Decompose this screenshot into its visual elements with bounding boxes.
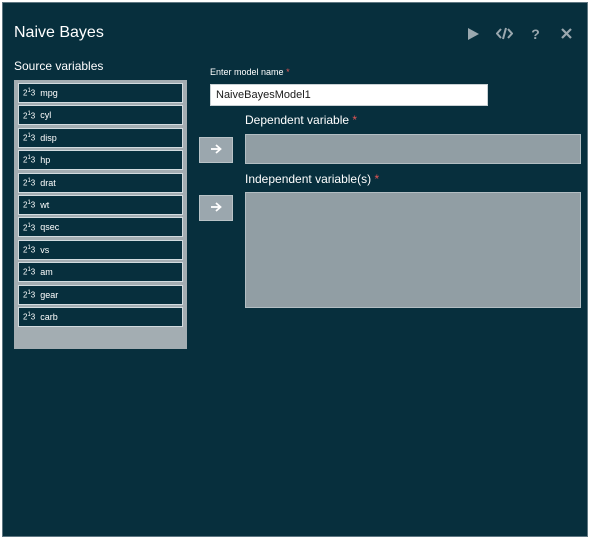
variable-item[interactable]: 213 qsec <box>18 217 183 238</box>
variable-item[interactable]: 213 carb <box>18 306 183 327</box>
arrow-right-icon <box>210 141 222 159</box>
variable-item-label: wt <box>40 199 50 210</box>
variable-item-label: carb <box>40 311 58 322</box>
variable-item-label: hp <box>40 155 51 166</box>
model-name-label-text: Enter model name <box>210 67 284 77</box>
run-icon[interactable] <box>465 25 482 42</box>
move-to-dependent-button[interactable] <box>199 137 233 163</box>
variable-item[interactable]: 213 disp <box>18 127 183 148</box>
variable-item[interactable]: 213 wt <box>18 194 183 215</box>
numeric-variable-icon: 213 <box>23 155 36 165</box>
numeric-variable-icon: 213 <box>23 267 36 277</box>
numeric-variable-icon: 213 <box>23 132 36 143</box>
source-variables-label: Source variables <box>14 59 104 73</box>
numeric-variable-icon: 213 <box>23 244 36 255</box>
required-marker: * <box>352 113 358 127</box>
variable-item[interactable]: 213 mpg <box>18 83 183 103</box>
numeric-variable-icon: 213 <box>23 110 36 121</box>
independent-variables-label-text: Independent variable(s) <box>245 172 372 186</box>
source-variables-list: 213 mpg 213 cyl 213 disp 213 hp 213 drat 213 wt 213 q… <box>18 83 183 329</box>
variable-item-label: qsec <box>40 222 60 233</box>
variable-item-label: mpg <box>40 88 58 98</box>
dialog-window: Naive Bayes ? Source variables 213 mpg 213… <box>2 2 588 537</box>
required-marker: * <box>374 172 380 186</box>
required-marker: * <box>286 67 290 77</box>
independent-variables-label: Independent variable(s) * <box>245 172 379 186</box>
move-to-independent-button[interactable] <box>199 195 233 221</box>
variable-item-label: gear <box>40 289 59 300</box>
model-name-label: Enter model name * <box>210 67 290 77</box>
dependent-variable-label-text: Dependent variable <box>245 113 350 127</box>
variable-item[interactable]: 213 cyl <box>18 105 183 126</box>
variable-item[interactable]: 213 am <box>18 262 183 283</box>
model-name-input[interactable] <box>210 84 488 106</box>
variable-item[interactable]: 213 hp <box>18 150 183 171</box>
code-icon[interactable] <box>496 25 513 42</box>
dialog-title: Naive Bayes <box>14 24 104 41</box>
dependent-variable-label: Dependent variable * <box>245 113 357 127</box>
arrow-right-icon <box>210 199 222 217</box>
variable-item[interactable]: 213 drat <box>18 172 183 193</box>
independent-variables-dropzone[interactable] <box>245 192 581 308</box>
variable-item[interactable]: 213 vs <box>18 239 183 260</box>
variable-item[interactable]: 213 gear <box>18 284 183 305</box>
variable-item-label: disp <box>40 132 57 143</box>
source-variables-panel[interactable]: 213 mpg 213 cyl 213 disp 213 hp 213 drat 213 wt 213 q… <box>14 80 187 349</box>
numeric-variable-icon: 213 <box>23 88 36 98</box>
toolbar: ? <box>465 25 575 42</box>
numeric-variable-icon: 213 <box>23 312 36 322</box>
dependent-variable-dropzone[interactable] <box>245 134 581 164</box>
numeric-variable-icon: 213 <box>23 289 36 300</box>
variable-item-label: am <box>40 267 53 278</box>
numeric-variable-icon: 213 <box>23 200 36 210</box>
close-icon[interactable] <box>558 25 575 42</box>
variable-item-label: drat <box>40 177 56 188</box>
help-icon[interactable]: ? <box>527 25 544 42</box>
variable-item-label: vs <box>40 244 50 255</box>
variable-item-label: cyl <box>40 110 52 121</box>
numeric-variable-icon: 213 <box>23 222 36 233</box>
numeric-variable-icon: 213 <box>23 177 36 188</box>
